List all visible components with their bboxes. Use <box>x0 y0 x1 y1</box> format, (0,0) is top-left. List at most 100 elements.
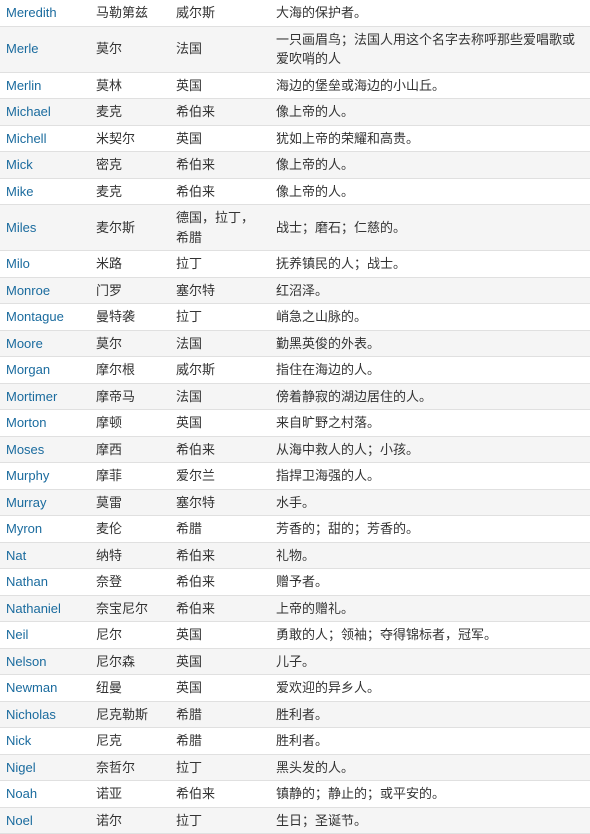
desc-cell: 红沼泽。 <box>270 277 590 304</box>
table-row: Miles 麦尔斯 德国，拉丁，希腊 战士；磨石；仁慈的。 <box>0 205 590 251</box>
name-link[interactable]: Myron <box>6 521 42 536</box>
desc-cell: 峭急之山脉的。 <box>270 304 590 331</box>
zh-cell: 尼克勒斯 <box>90 701 170 728</box>
name-cell: Moore <box>0 330 90 357</box>
desc-cell: 镇静的；静止的；或平安的。 <box>270 781 590 808</box>
name-link[interactable]: Murray <box>6 495 46 510</box>
name-cell: Merlin <box>0 72 90 99</box>
name-link[interactable]: Montague <box>6 309 64 324</box>
name-link[interactable]: Mortimer <box>6 389 57 404</box>
name-link[interactable]: Michael <box>6 104 51 119</box>
origin-cell: 拉丁 <box>170 251 270 278</box>
name-link[interactable]: Michell <box>6 131 46 146</box>
name-link[interactable]: Newman <box>6 680 57 695</box>
name-link[interactable]: Nathaniel <box>6 601 61 616</box>
zh-cell: 米契尔 <box>90 125 170 152</box>
name-link[interactable]: Milo <box>6 256 30 271</box>
name-link[interactable]: Nick <box>6 733 31 748</box>
origin-cell: 希伯来 <box>170 152 270 179</box>
name-link[interactable]: Moore <box>6 336 43 351</box>
zh-cell: 奈宝尼尔 <box>90 595 170 622</box>
name-cell: Murphy <box>0 463 90 490</box>
zh-cell: 曼特袭 <box>90 304 170 331</box>
table-row: Merlin 莫林 英国 海边的堡垒或海边的小山丘。 <box>0 72 590 99</box>
origin-cell: 威尔斯 <box>170 0 270 26</box>
table-row: Neil 尼尔 英国 勇敢的人；领袖；夺得锦标者，冠军。 <box>0 622 590 649</box>
zh-cell: 麦伦 <box>90 516 170 543</box>
origin-cell: 德国，拉丁，希腊 <box>170 205 270 251</box>
name-cell: Mick <box>0 152 90 179</box>
name-link[interactable]: Nigel <box>6 760 36 775</box>
zh-cell: 纳特 <box>90 542 170 569</box>
zh-cell: 摩尔根 <box>90 357 170 384</box>
origin-cell: 塞尔特 <box>170 277 270 304</box>
names-table: Meredith 马勒第兹 威尔斯 大海的保护者。 Merle 莫尔 法国 一只… <box>0 0 590 834</box>
origin-cell: 英国 <box>170 648 270 675</box>
name-link[interactable]: Mike <box>6 184 33 199</box>
name-cell: Montague <box>0 304 90 331</box>
name-link[interactable]: Murphy <box>6 468 49 483</box>
table-row: Murray 莫雷 塞尔特 水手。 <box>0 489 590 516</box>
origin-cell: 威尔斯 <box>170 357 270 384</box>
name-link[interactable]: Mick <box>6 157 33 172</box>
name-link[interactable]: Neil <box>6 627 28 642</box>
zh-cell: 麦尔斯 <box>90 205 170 251</box>
origin-cell: 拉丁 <box>170 304 270 331</box>
name-cell: Mortimer <box>0 383 90 410</box>
origin-cell: 希伯来 <box>170 99 270 126</box>
desc-cell: 来自旷野之村落。 <box>270 410 590 437</box>
zh-cell: 摩顿 <box>90 410 170 437</box>
origin-cell: 法国 <box>170 383 270 410</box>
name-cell: Newman <box>0 675 90 702</box>
desc-cell: 指捍卫海强的人。 <box>270 463 590 490</box>
desc-cell: 指住在海边的人。 <box>270 357 590 384</box>
name-link[interactable]: Merle <box>6 41 39 56</box>
origin-cell: 希腊 <box>170 701 270 728</box>
name-link[interactable]: Nicholas <box>6 707 56 722</box>
name-cell: Michael <box>0 99 90 126</box>
origin-cell: 希伯来 <box>170 595 270 622</box>
table-row: Noel 诺尔 拉丁 生日；圣诞节。 <box>0 807 590 834</box>
name-link[interactable]: Merlin <box>6 78 41 93</box>
desc-cell: 像上帝的人。 <box>270 152 590 179</box>
name-link[interactable]: Meredith <box>6 5 57 20</box>
name-link[interactable]: Morgan <box>6 362 50 377</box>
name-link[interactable]: Morton <box>6 415 46 430</box>
desc-cell: 像上帝的人。 <box>270 99 590 126</box>
name-link[interactable]: Nathan <box>6 574 48 589</box>
table-row: Michael 麦克 希伯来 像上帝的人。 <box>0 99 590 126</box>
name-link[interactable]: Miles <box>6 220 36 235</box>
table-row: Milo 米路 拉丁 抚养镇民的人；战士。 <box>0 251 590 278</box>
name-cell: Noel <box>0 807 90 834</box>
zh-cell: 莫林 <box>90 72 170 99</box>
desc-cell: 赠予者。 <box>270 569 590 596</box>
table-row: Nathan 奈登 希伯来 赠予者。 <box>0 569 590 596</box>
table-row: Mortimer 摩帝马 法国 傍着静寂的湖边居住的人。 <box>0 383 590 410</box>
name-link[interactable]: Nat <box>6 548 26 563</box>
name-link[interactable]: Monroe <box>6 283 50 298</box>
zh-cell: 米路 <box>90 251 170 278</box>
origin-cell: 希腊 <box>170 516 270 543</box>
name-link[interactable]: Moses <box>6 442 44 457</box>
table-row: Moore 莫尔 法国 勤黑英俊的外表。 <box>0 330 590 357</box>
zh-cell: 摩菲 <box>90 463 170 490</box>
zh-cell: 莫尔 <box>90 330 170 357</box>
name-link[interactable]: Noel <box>6 813 33 828</box>
origin-cell: 塞尔特 <box>170 489 270 516</box>
table-row: Nat 纳特 希伯来 礼物。 <box>0 542 590 569</box>
zh-cell: 尼克 <box>90 728 170 755</box>
name-link[interactable]: Noah <box>6 786 37 801</box>
name-cell: Nathaniel <box>0 595 90 622</box>
desc-cell: 水手。 <box>270 489 590 516</box>
zh-cell: 尼尔 <box>90 622 170 649</box>
desc-cell: 儿子。 <box>270 648 590 675</box>
name-cell: Morton <box>0 410 90 437</box>
zh-cell: 奈哲尔 <box>90 754 170 781</box>
origin-cell: 拉丁 <box>170 807 270 834</box>
table-row: Morgan 摩尔根 威尔斯 指住在海边的人。 <box>0 357 590 384</box>
zh-cell: 诺亚 <box>90 781 170 808</box>
name-link[interactable]: Nelson <box>6 654 46 669</box>
zh-cell: 摩帝马 <box>90 383 170 410</box>
desc-cell: 上帝的赠礼。 <box>270 595 590 622</box>
origin-cell: 希伯来 <box>170 436 270 463</box>
